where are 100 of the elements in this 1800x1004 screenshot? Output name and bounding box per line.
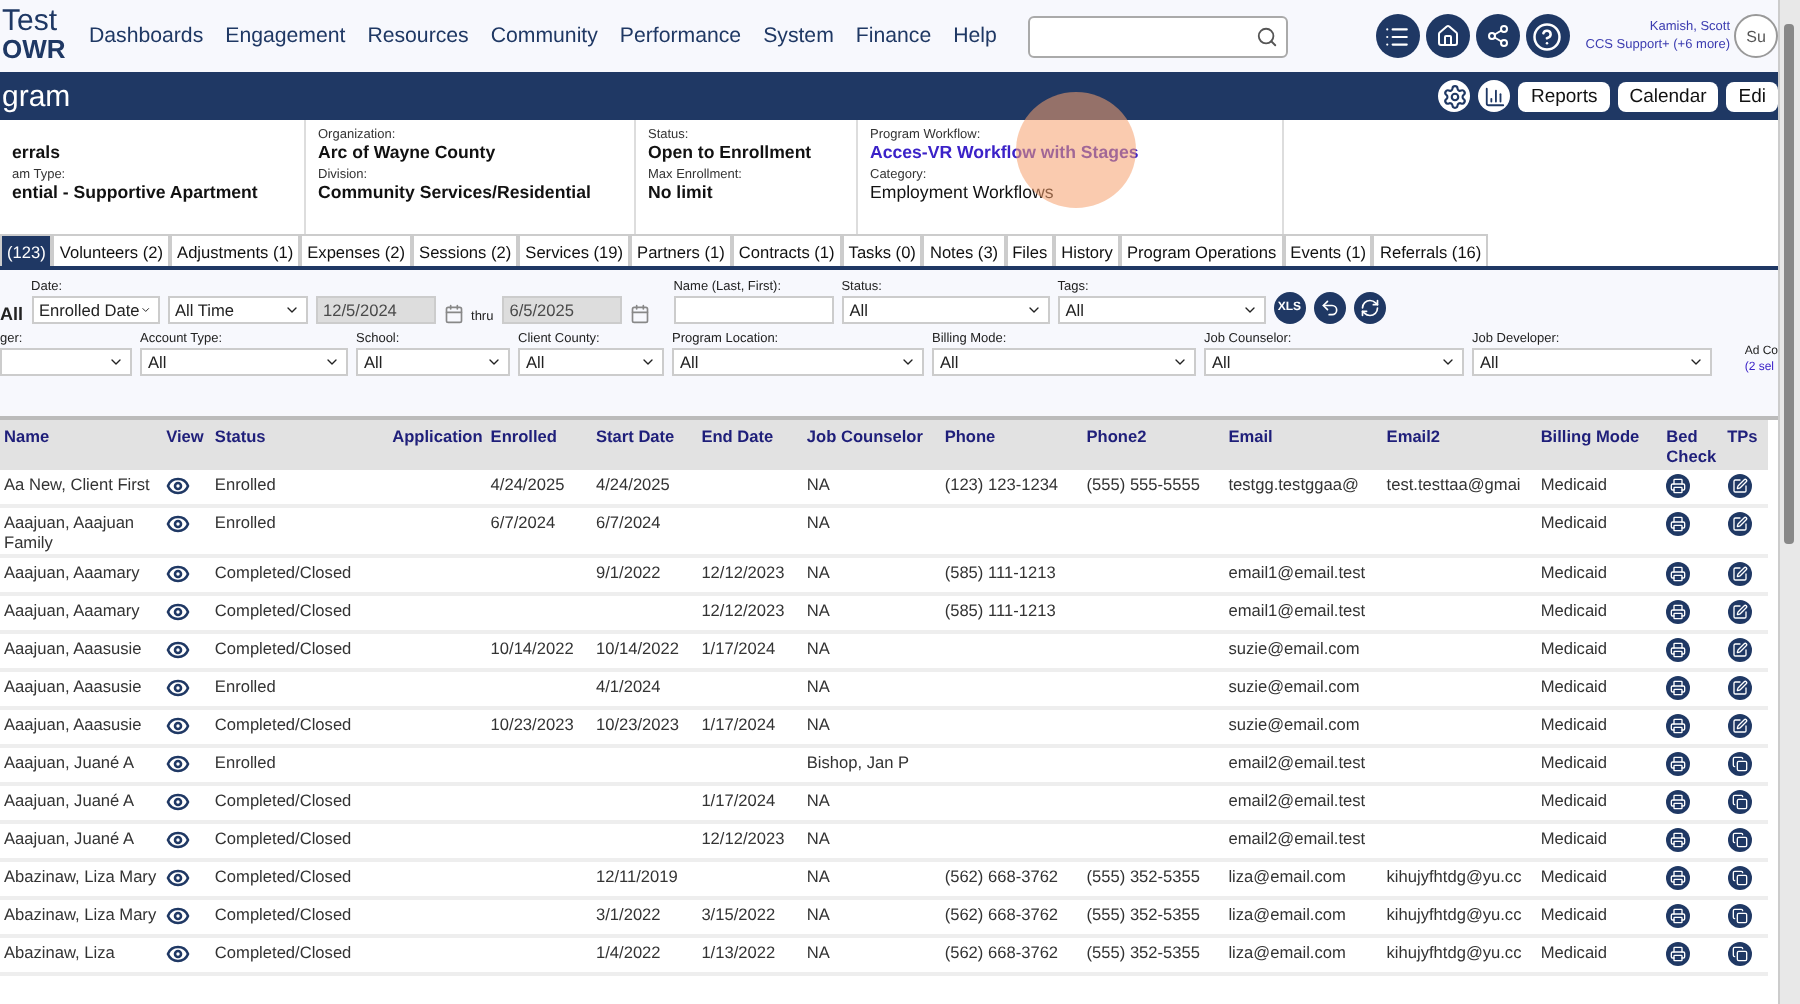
eye-icon[interactable] bbox=[166, 752, 191, 776]
printer-icon[interactable] bbox=[1666, 866, 1691, 890]
tab[interactable]: Tasks (0) bbox=[841, 234, 923, 266]
help-icon[interactable] bbox=[1525, 14, 1570, 58]
column-header[interactable]: Enrolled bbox=[486, 420, 592, 470]
menu-item[interactable]: Performance bbox=[608, 24, 753, 48]
tab[interactable]: Services (19) bbox=[518, 234, 631, 266]
edit-icon[interactable] bbox=[1727, 714, 1752, 738]
eye-icon[interactable] bbox=[166, 942, 191, 966]
house-icon[interactable] bbox=[1425, 14, 1470, 58]
menu-item[interactable]: Help bbox=[942, 24, 1008, 48]
printer-icon[interactable] bbox=[1666, 714, 1691, 738]
menu-item[interactable]: Resources bbox=[356, 24, 480, 48]
printer-icon[interactable] bbox=[1666, 904, 1691, 928]
column-header[interactable]: Start Date bbox=[591, 420, 698, 470]
calendar-icon[interactable] bbox=[443, 304, 464, 324]
column-header[interactable]: Phone2 bbox=[1082, 420, 1225, 470]
menu-item[interactable]: Community bbox=[479, 24, 609, 48]
column-header[interactable]: Application bbox=[385, 420, 487, 470]
toolbar-button[interactable]: Reports bbox=[1518, 81, 1610, 111]
column-header[interactable]: Email bbox=[1224, 420, 1383, 470]
eye-icon[interactable] bbox=[166, 714, 191, 738]
eye-icon[interactable] bbox=[166, 562, 191, 586]
menu-item[interactable]: Engagement bbox=[214, 24, 357, 48]
edit-icon[interactable] bbox=[1727, 638, 1752, 662]
search-field[interactable] bbox=[1027, 15, 1288, 57]
dropdown[interactable]: All bbox=[1472, 348, 1712, 376]
eye-icon[interactable] bbox=[166, 866, 191, 890]
eye-icon[interactable] bbox=[166, 904, 191, 928]
toolbar-button[interactable]: Calendar bbox=[1617, 81, 1719, 111]
name-input[interactable] bbox=[673, 296, 834, 324]
copy-icon[interactable] bbox=[1727, 790, 1752, 814]
tab[interactable]: (123) bbox=[0, 234, 53, 266]
eye-icon[interactable] bbox=[166, 676, 191, 700]
column-header[interactable]: TPs bbox=[1723, 420, 1768, 470]
dropdown[interactable]: All Time bbox=[167, 296, 308, 324]
printer-icon[interactable] bbox=[1666, 562, 1691, 586]
refresh-icon[interactable] bbox=[1353, 292, 1386, 324]
eye-icon[interactable] bbox=[166, 828, 191, 852]
column-header[interactable]: Job Counselor bbox=[802, 420, 941, 470]
copy-icon[interactable] bbox=[1727, 752, 1752, 776]
tab[interactable]: Events (1) bbox=[1283, 234, 1373, 266]
tab[interactable]: Volunteers (2) bbox=[52, 234, 171, 266]
printer-icon[interactable] bbox=[1666, 828, 1691, 852]
edit-icon[interactable] bbox=[1727, 600, 1752, 624]
printer-icon[interactable] bbox=[1666, 512, 1691, 536]
eye-icon[interactable] bbox=[166, 600, 191, 624]
calendar-icon[interactable] bbox=[629, 304, 650, 324]
printer-icon[interactable] bbox=[1666, 474, 1691, 498]
settings-icon[interactable] bbox=[1438, 80, 1471, 112]
column-header[interactable]: Phone bbox=[940, 420, 1083, 470]
undo-icon[interactable] bbox=[1313, 292, 1346, 324]
column-header[interactable]: End Date bbox=[697, 420, 803, 470]
dropdown[interactable]: All bbox=[841, 296, 1050, 324]
dropdown[interactable]: Enrolled Date bbox=[31, 296, 160, 324]
printer-icon[interactable] bbox=[1666, 752, 1691, 776]
share-icon[interactable] bbox=[1475, 14, 1520, 58]
tab[interactable]: Expenses (2) bbox=[300, 234, 413, 266]
tab[interactable]: Adjustments (1) bbox=[170, 234, 301, 266]
tab[interactable]: Program Operations bbox=[1119, 234, 1284, 266]
dropdown[interactable]: All bbox=[140, 348, 348, 376]
menu-item[interactable]: Dashboards bbox=[78, 24, 215, 48]
column-header[interactable]: Name bbox=[0, 420, 163, 470]
copy-icon[interactable] bbox=[1727, 942, 1752, 966]
column-header[interactable]: Status bbox=[210, 420, 386, 470]
scrollbar[interactable] bbox=[1778, 0, 1800, 1004]
printer-icon[interactable] bbox=[1666, 676, 1691, 700]
tab[interactable]: History bbox=[1054, 234, 1120, 266]
tab[interactable]: Partners (1) bbox=[630, 234, 732, 266]
dropdown[interactable]: All bbox=[672, 348, 924, 376]
toolbar-button[interactable]: Edi bbox=[1726, 81, 1779, 111]
dropdown[interactable]: All bbox=[518, 348, 664, 376]
eye-icon[interactable] bbox=[166, 512, 191, 536]
tab[interactable]: Contracts (1) bbox=[731, 234, 842, 266]
column-header[interactable]: Billing Mode bbox=[1536, 420, 1663, 470]
dropdown[interactable]: All bbox=[932, 348, 1196, 376]
copy-icon[interactable] bbox=[1727, 828, 1752, 852]
list-icon[interactable] bbox=[1375, 14, 1420, 58]
column-header[interactable]: View bbox=[162, 420, 211, 470]
eye-icon[interactable] bbox=[166, 474, 191, 498]
edit-icon[interactable] bbox=[1727, 512, 1752, 536]
column-header[interactable]: Email2 bbox=[1382, 420, 1537, 470]
printer-icon[interactable] bbox=[1666, 638, 1691, 662]
tab[interactable]: Referrals (16) bbox=[1372, 234, 1489, 266]
workflow-link[interactable]: Acces-VR Workflow with Stages bbox=[870, 142, 1270, 162]
copy-icon[interactable] bbox=[1727, 866, 1752, 890]
eye-icon[interactable] bbox=[166, 790, 191, 814]
printer-icon[interactable] bbox=[1666, 790, 1691, 814]
eye-icon[interactable] bbox=[166, 638, 191, 662]
dropdown[interactable]: All bbox=[1057, 296, 1266, 324]
tab[interactable]: Notes (3) bbox=[922, 234, 1006, 266]
edit-icon[interactable] bbox=[1727, 562, 1752, 586]
menu-item[interactable]: System bbox=[752, 24, 845, 48]
copy-icon[interactable] bbox=[1727, 904, 1752, 928]
tab[interactable]: Files bbox=[1005, 234, 1055, 266]
dropdown[interactable]: All bbox=[1204, 348, 1464, 376]
tab[interactable]: Sessions (2) bbox=[412, 234, 519, 266]
printer-icon[interactable] bbox=[1666, 600, 1691, 624]
column-header[interactable]: Bed Check bbox=[1662, 420, 1724, 470]
avatar[interactable]: Su bbox=[1734, 14, 1779, 58]
